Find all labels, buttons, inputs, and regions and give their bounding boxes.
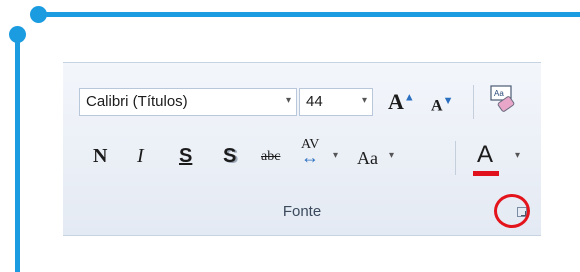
separator xyxy=(455,141,456,175)
separator xyxy=(473,85,474,119)
frame-left-line xyxy=(15,34,20,272)
italic-button[interactable]: I xyxy=(137,145,144,168)
shrink-font-button[interactable]: A▼ xyxy=(431,95,453,115)
grow-font-label: A xyxy=(388,89,404,114)
character-spacing-button[interactable]: AV ↔ xyxy=(301,138,319,167)
caret-down-icon: ▼ xyxy=(442,95,454,107)
chevron-down-icon[interactable]: ▾ xyxy=(515,150,520,161)
font-color-swatch xyxy=(473,171,499,176)
font-size-combo[interactable]: 44 ▾ xyxy=(299,88,373,116)
font-color-button[interactable]: A xyxy=(477,141,493,169)
chevron-down-icon[interactable]: ▾ xyxy=(389,150,394,161)
eraser-icon[interactable]: Aa xyxy=(487,83,519,115)
chevron-down-icon[interactable]: ▾ xyxy=(333,150,338,161)
font-ribbon-group: Calibri (Títulos) ▾ 44 ▾ A▲ A▼ Aa N I S … xyxy=(63,62,541,236)
group-label: Fonte xyxy=(282,203,322,220)
font-size-value: 44 xyxy=(306,93,323,110)
highlight-circle xyxy=(494,194,530,228)
double-arrow-icon: ↔ xyxy=(301,147,319,167)
svg-text:Aa: Aa xyxy=(494,89,504,98)
grow-font-button[interactable]: A▲ xyxy=(388,89,415,115)
underline-button[interactable]: S xyxy=(179,145,192,168)
change-case-button[interactable]: Aa xyxy=(357,148,378,169)
font-name-combo[interactable]: Calibri (Títulos) ▾ xyxy=(79,88,297,116)
font-name-value: Calibri (Títulos) xyxy=(86,93,188,110)
frame-top-dot xyxy=(30,6,47,23)
chevron-down-icon[interactable]: ▾ xyxy=(362,95,367,106)
shadow-button[interactable]: S xyxy=(223,145,236,168)
chevron-down-icon[interactable]: ▾ xyxy=(286,95,291,106)
bold-button[interactable]: N xyxy=(93,145,107,168)
frame-top-line xyxy=(38,12,580,17)
frame-left-dot xyxy=(9,26,26,43)
shrink-font-label: A xyxy=(431,97,443,115)
caret-up-icon: ▲ xyxy=(403,91,415,104)
strikethrough-button[interactable]: abc xyxy=(261,149,280,165)
